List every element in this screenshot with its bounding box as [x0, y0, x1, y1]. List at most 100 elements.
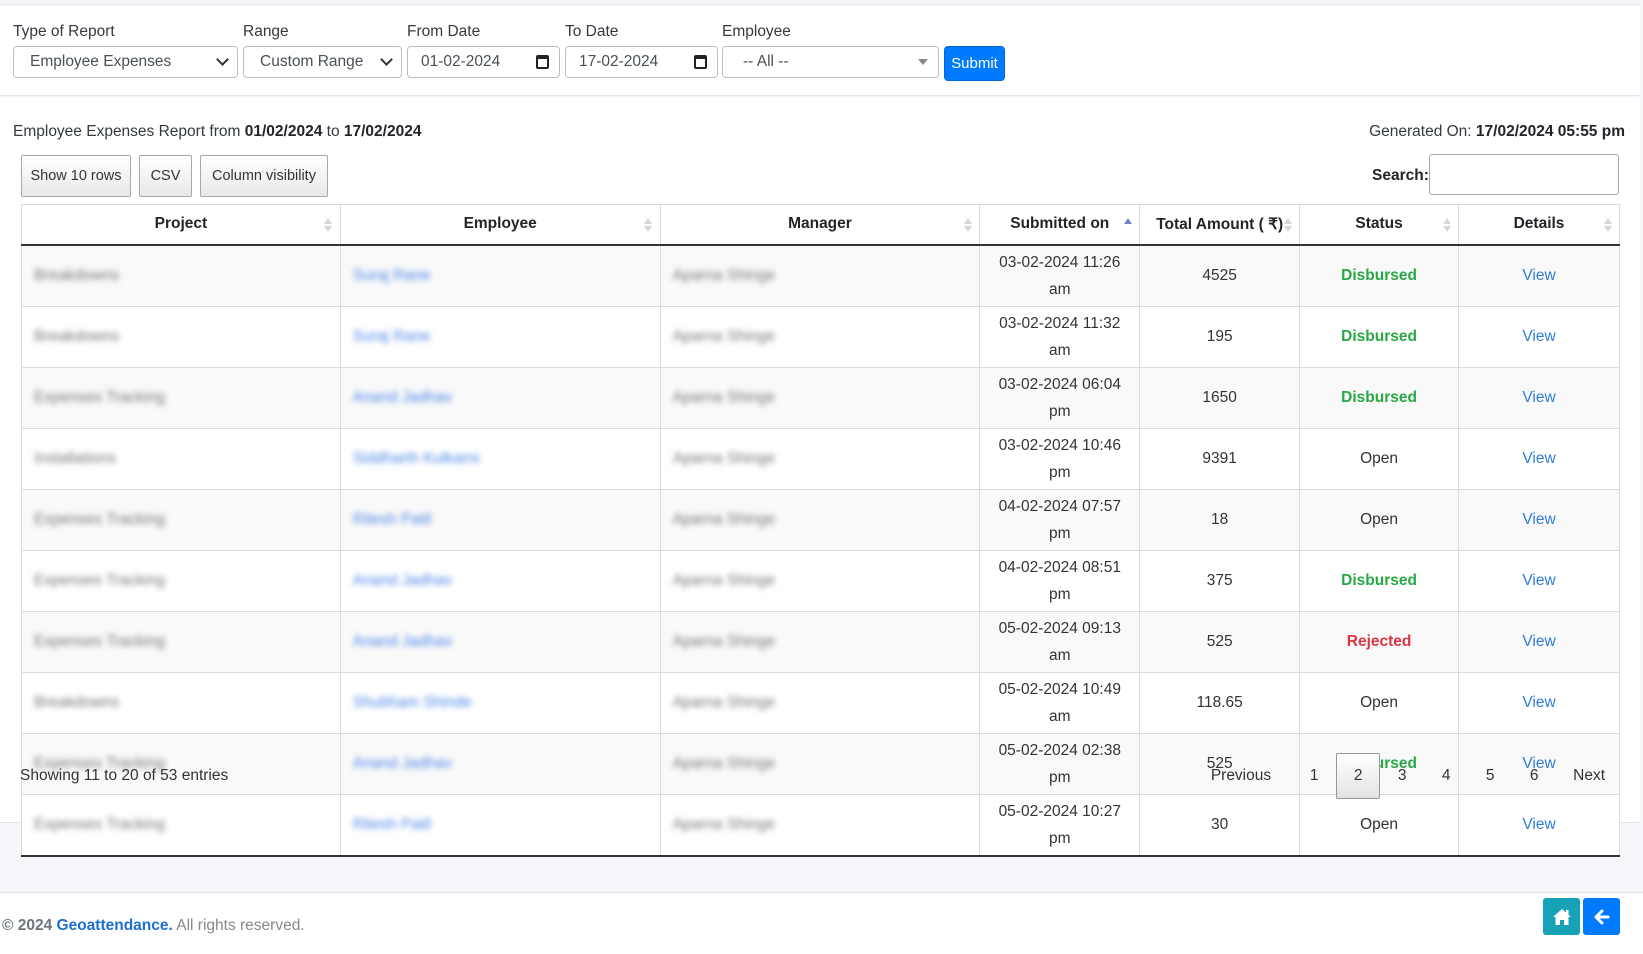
cell-employee: Anand Jadhav: [339, 732, 661, 795]
employee-link[interactable]: Anand Jadhav: [353, 572, 452, 589]
cell-manager: Aparna Shinge: [659, 244, 981, 307]
project-name: Expenses Tracking: [34, 816, 165, 833]
submit-button[interactable]: Submit: [944, 46, 1005, 81]
view-link[interactable]: View: [1522, 572, 1555, 589]
cell-submitted-on: 05-02-2024 10:49 am: [979, 671, 1141, 734]
column-header-total-amount[interactable]: Total Amount ( ₹): [1139, 204, 1301, 246]
column-header-employee[interactable]: Employee: [339, 204, 661, 246]
table-info: Showing 11 to 20 of 53 entries: [20, 767, 229, 784]
employee-link[interactable]: Ritesh Patil: [353, 816, 431, 833]
cell-manager: Aparna Shinge: [659, 549, 981, 612]
calendar-icon[interactable]: [536, 55, 549, 69]
pagination-page[interactable]: 6: [1512, 753, 1556, 799]
report-filter-bar: Type of Report Employee Expenses Range C…: [0, 4, 1640, 96]
chevron-down-icon: [216, 53, 229, 66]
search-input[interactable]: [1429, 154, 1619, 195]
column-header-manager[interactable]: Manager: [659, 204, 981, 246]
employee-link[interactable]: Ritesh Patil: [353, 511, 431, 528]
column-header-submitted-on[interactable]: Submitted on: [979, 204, 1141, 246]
table-row: Expenses Tracking Anand Jadhav Aparna Shin…: [21, 549, 1620, 612]
employee-select[interactable]: -- All --: [722, 46, 939, 78]
report-type-select[interactable]: Employee Expenses: [13, 46, 238, 78]
column-header-label: Employee: [463, 215, 537, 233]
to-date-input[interactable]: 17-02-2024: [565, 46, 718, 78]
pagination-page[interactable]: 2: [1336, 753, 1381, 799]
submitted-date: 03-02-2024 11:26 am: [999, 253, 1121, 298]
view-link[interactable]: View: [1522, 389, 1555, 406]
manager-name: Aparna Shinge: [672, 328, 776, 345]
table-row: Expenses Tracking Ritesh Patil Aparna Shin…: [21, 488, 1620, 551]
employee-link[interactable]: Anand Jadhav: [353, 633, 452, 650]
cell-manager: Aparna Shinge: [659, 427, 981, 490]
column-header-label: Status: [1355, 215, 1403, 233]
range-value: Custom Range: [260, 53, 364, 70]
arrow-left-icon: [1594, 909, 1609, 924]
view-link[interactable]: View: [1522, 816, 1555, 833]
manager-name: Aparna Shinge: [672, 450, 776, 467]
cell-employee: Ritesh Patil: [339, 793, 661, 857]
calendar-icon[interactable]: [694, 55, 707, 69]
employee-link[interactable]: Suraj Rane: [353, 328, 431, 345]
column-header-project[interactable]: Project: [21, 204, 341, 246]
from-date-value: 01-02-2024: [421, 53, 501, 70]
cell-manager: Aparna Shinge: [659, 671, 981, 734]
sort-icon: [1442, 218, 1451, 232]
show-rows-button[interactable]: Show 10 rows: [21, 155, 131, 197]
back-button[interactable]: [1583, 898, 1620, 935]
range-select[interactable]: Custom Range: [243, 46, 402, 78]
manager-name: Aparna Shinge: [672, 267, 776, 284]
from-date-input[interactable]: 01-02-2024: [407, 46, 560, 78]
employee-link[interactable]: Siddharth Kulkarni: [353, 450, 480, 467]
cell-status: Disbursed: [1299, 549, 1460, 612]
project-name: Installations: [34, 450, 116, 467]
employee-link[interactable]: Suraj Rane: [353, 267, 431, 284]
view-link[interactable]: View: [1522, 450, 1555, 467]
pagination-page[interactable]: 1: [1292, 753, 1336, 799]
pagination-page[interactable]: 3: [1380, 753, 1424, 799]
manager-name: Aparna Shinge: [672, 572, 776, 589]
project-name: Breakdowns: [34, 694, 120, 711]
view-link[interactable]: View: [1522, 328, 1555, 345]
cell-details: View: [1458, 549, 1620, 612]
pagination-page[interactable]: 5: [1468, 753, 1512, 799]
cell-project: Breakdowns: [21, 244, 341, 307]
column-visibility-button[interactable]: Column visibility: [200, 155, 328, 197]
report-type-label: Type of Report: [13, 23, 115, 40]
cell-details: View: [1458, 305, 1620, 368]
pagination-page[interactable]: 4: [1424, 753, 1468, 799]
submitted-ampm: pm: [1048, 402, 1071, 420]
column-header-details[interactable]: Details: [1458, 204, 1620, 246]
cell-details: View: [1458, 488, 1620, 551]
pagination-previous[interactable]: Previous: [1198, 753, 1284, 799]
manager-name: Aparna Shinge: [672, 633, 776, 650]
to-date-group: To Date 17-02-2024: [565, 23, 718, 78]
view-link[interactable]: View: [1522, 511, 1555, 528]
employee-link[interactable]: Anand Jadhav: [353, 755, 452, 772]
employee-group: Employee -- All --: [722, 23, 939, 78]
cell-manager: Aparna Shinge: [659, 305, 981, 368]
cell-employee: Siddharth Kulkarni: [339, 427, 661, 490]
csv-button[interactable]: CSV: [139, 155, 192, 197]
submitted-date: 05-02-2024 02:38: [998, 741, 1121, 759]
home-button[interactable]: [1543, 898, 1580, 935]
view-link[interactable]: View: [1522, 633, 1555, 650]
caret-down-icon: [918, 59, 928, 65]
cell-amount: 4525: [1139, 244, 1301, 307]
cell-amount: 375: [1139, 549, 1301, 612]
generated-label: Generated On:: [1369, 123, 1476, 140]
cell-status: Disbursed: [1299, 244, 1460, 307]
view-link[interactable]: View: [1522, 267, 1555, 284]
view-link[interactable]: View: [1522, 694, 1555, 711]
cell-employee: Anand Jadhav: [339, 610, 661, 673]
column-header-status[interactable]: Status: [1299, 204, 1460, 246]
generated-on: Generated On: 17/02/2024 05:55 pm: [1369, 123, 1625, 141]
employee-link[interactable]: Shubham Shinde: [353, 694, 472, 711]
pagination-next[interactable]: Next: [1560, 753, 1618, 799]
cell-employee: Suraj Rane: [339, 305, 661, 368]
employee-link[interactable]: Anand Jadhav: [353, 389, 452, 406]
cell-amount: 525: [1139, 610, 1301, 673]
manager-name: Aparna Shinge: [672, 816, 776, 833]
cell-project: Installations: [21, 427, 341, 490]
copyright: © 2024 Geoattendance. All rights reserve…: [2, 917, 305, 935]
brand-link[interactable]: Geoattendance.: [57, 917, 173, 934]
